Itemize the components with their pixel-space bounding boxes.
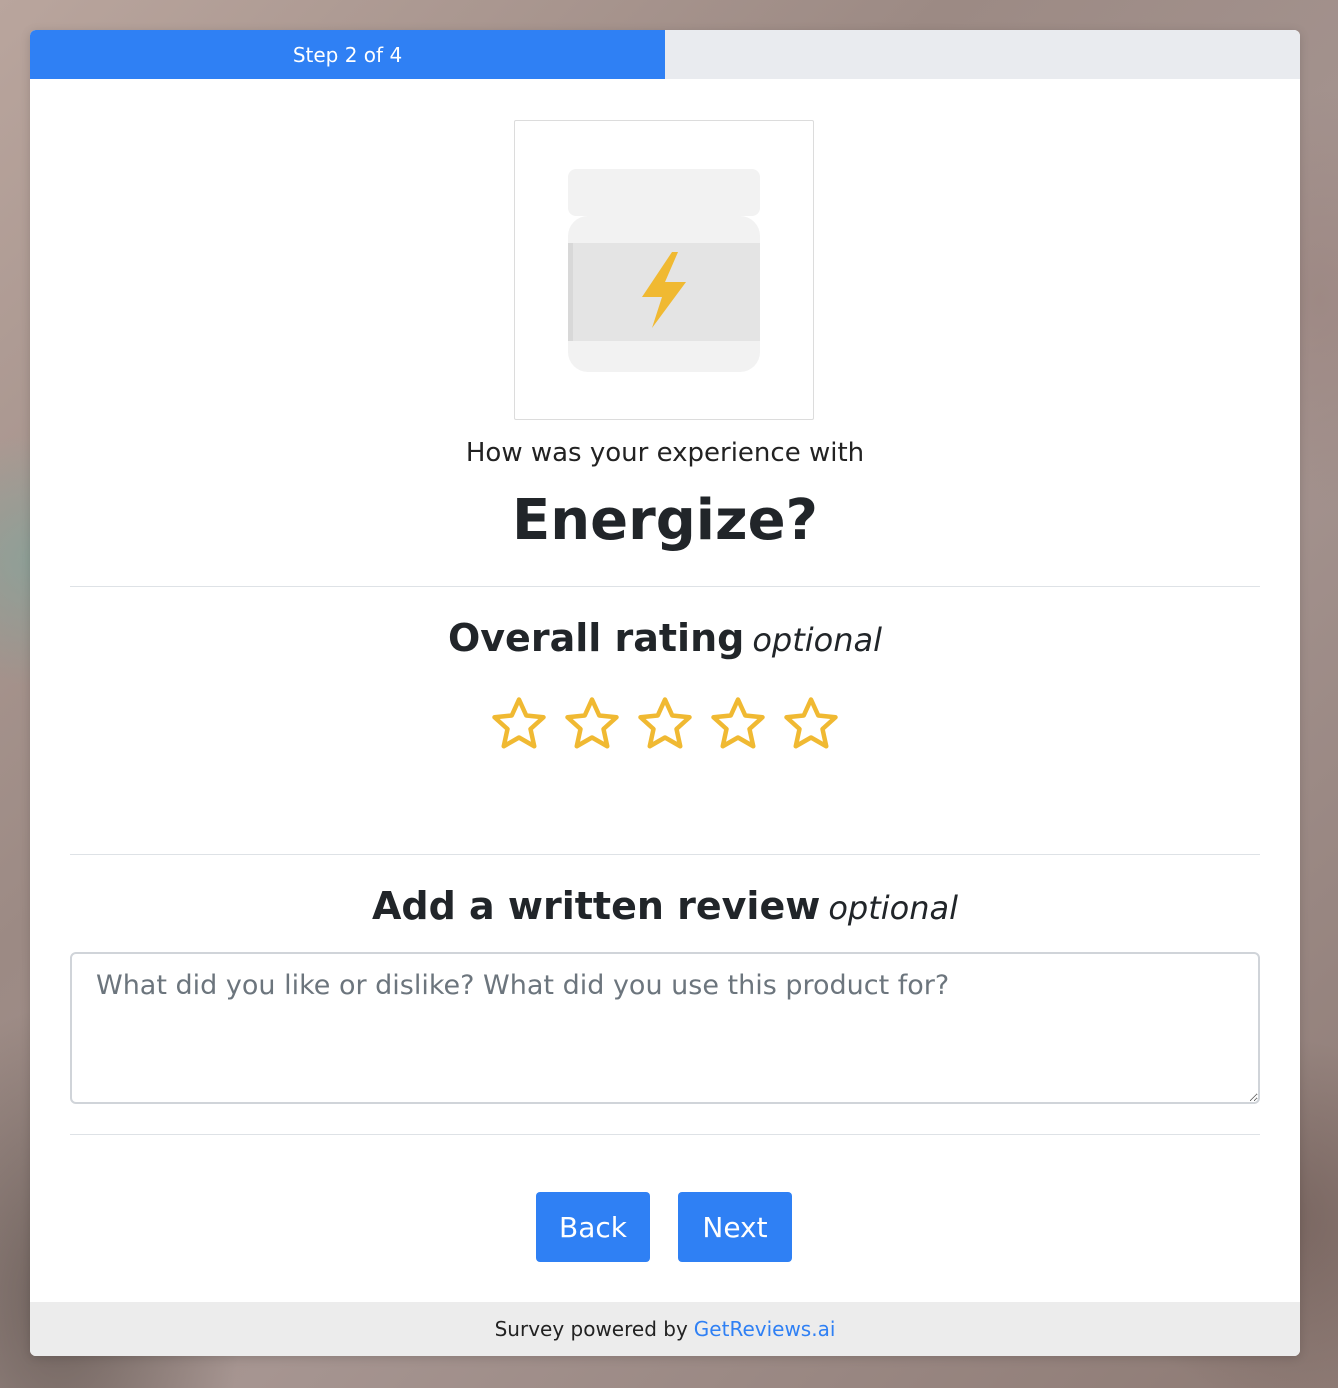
progress-bar: Step 2 of 4 [30,30,1300,79]
product-name: Energize? [511,488,819,553]
footer-text: Survey powered by [494,1317,688,1341]
next-button[interactable]: Next [678,1192,792,1262]
survey-card: Step 2 of 4 How was your experience with… [30,30,1300,1356]
supplement-jar-lightning-icon [568,169,760,372]
star-icon[interactable] [708,694,768,754]
star-rating [30,694,1300,754]
rating-title: Overall rating [447,616,745,660]
star-icon[interactable] [489,694,549,754]
experience-prompt: How was your experience with [465,438,865,468]
divider [70,586,1260,587]
rating-optional-label: optional [752,621,883,659]
footer: Survey powered by GetReviews.ai [30,1302,1300,1356]
getreviews-link[interactable]: GetReviews.ai [694,1317,836,1341]
divider [70,854,1260,855]
review-heading: Add a written review optional [30,884,1300,928]
star-icon[interactable] [562,694,622,754]
back-button[interactable]: Back [536,1192,650,1262]
progress-bar-fill: Step 2 of 4 [30,30,665,79]
review-textarea[interactable] [70,952,1260,1104]
star-icon[interactable] [635,694,695,754]
star-icon[interactable] [781,694,841,754]
review-optional-label: optional [828,889,959,927]
product-image [514,120,814,420]
review-title: Add a written review [371,884,821,928]
rating-heading: Overall rating optional [30,616,1300,660]
divider [70,1134,1260,1135]
progress-step-label: Step 2 of 4 [292,42,403,67]
